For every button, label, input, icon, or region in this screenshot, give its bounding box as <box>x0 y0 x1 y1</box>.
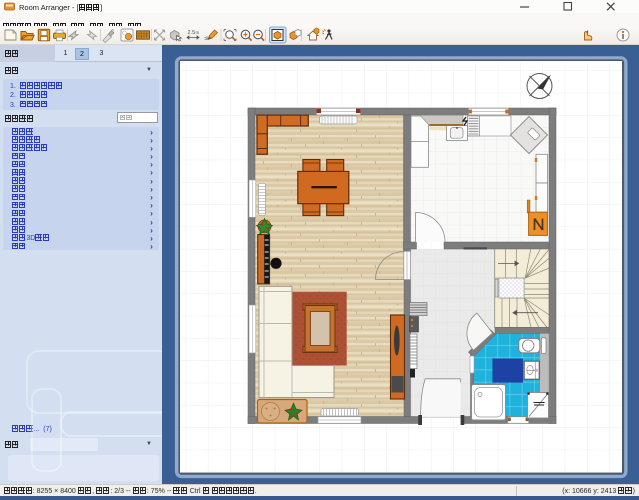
svg-text:m: m <box>196 30 200 35</box>
svg-text:2.5: 2.5 <box>188 30 196 36</box>
